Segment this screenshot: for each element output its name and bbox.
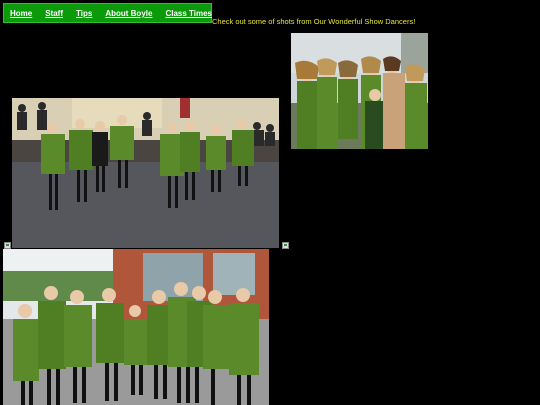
photo-dancers-stage-image [12,98,279,248]
photo-group-building-image [3,249,269,405]
nav-bar: Home Staff Tips About Boyle Class Times [3,3,212,23]
photo-dancers-stage [12,98,279,248]
broken-image-icon-right [282,242,289,249]
nav-link-staff[interactable]: Staff [45,9,63,18]
photo-group-outdoors [291,33,428,149]
photo-group-outdoors-image [291,33,428,149]
broken-image-icon-left [4,242,11,249]
photo-group-building [3,249,269,405]
page-tagline: Check out some of shots from Our Wonderf… [212,17,416,26]
page: Home Staff Tips About Boyle Class Times … [0,0,540,405]
nav-link-class-times[interactable]: Class Times [165,9,212,18]
nav-link-home[interactable]: Home [10,9,32,18]
nav-link-about-boyle[interactable]: About Boyle [105,9,152,18]
nav-link-tips[interactable]: Tips [76,9,92,18]
